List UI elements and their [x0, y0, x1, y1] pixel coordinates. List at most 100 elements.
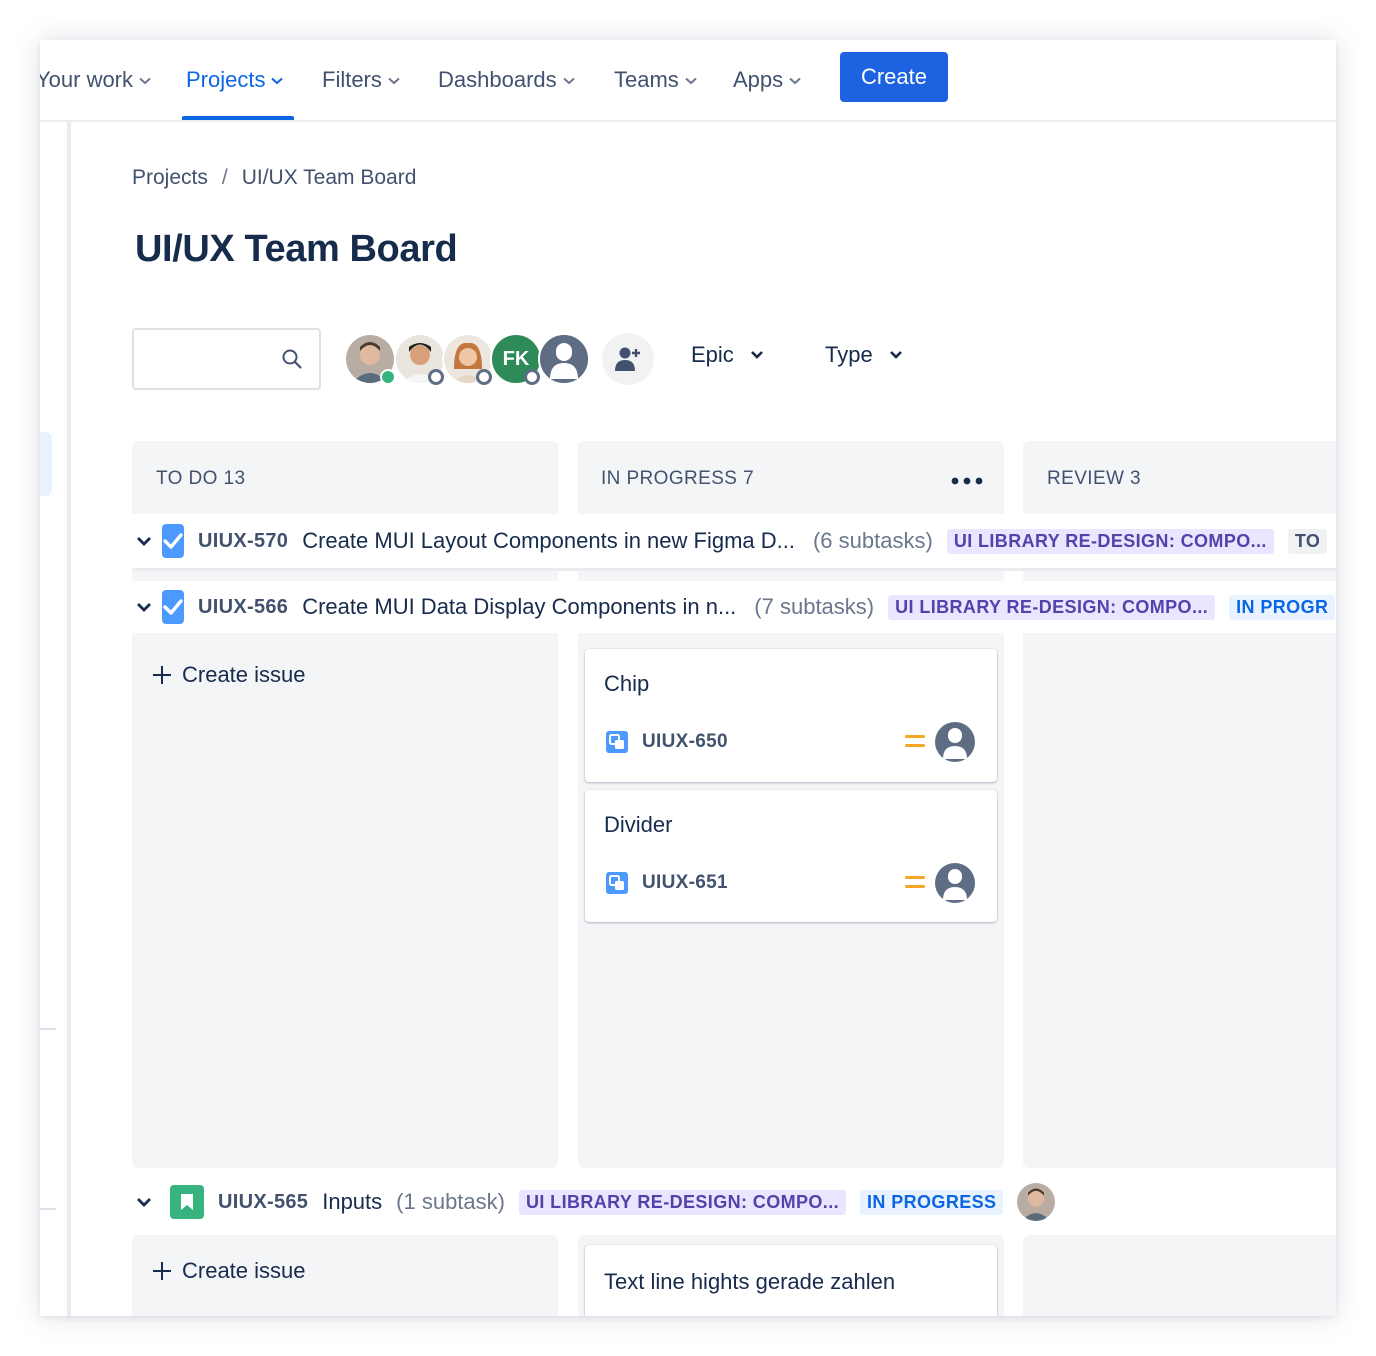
- issue-summary[interactable]: Inputs: [322, 1189, 382, 1215]
- chevron-down-icon[interactable]: [136, 602, 152, 612]
- nav-your-work-label: Your work: [40, 67, 134, 92]
- avatar-initials: FK: [502, 347, 530, 370]
- more-options-icon[interactable]: [951, 476, 983, 486]
- status-lozenge[interactable]: IN PROGRESS: [860, 1189, 1004, 1215]
- nav-dashboards[interactable]: Dashboards: [438, 62, 575, 98]
- nav-projects[interactable]: Projects: [186, 62, 284, 98]
- active-nav-indicator: [182, 116, 294, 120]
- subtask-count: (6 subtasks): [812, 528, 933, 553]
- epic-filter-label: Epic: [691, 342, 734, 367]
- chevron-down-icon: [388, 77, 400, 85]
- subtask-count: (1 subtask): [396, 1189, 505, 1214]
- online-status-dot: [380, 369, 396, 385]
- card-title: Chip: [604, 671, 650, 696]
- person-photo-icon: [1017, 1183, 1056, 1221]
- story-icon: [170, 1185, 204, 1219]
- board-search[interactable]: [132, 328, 321, 390]
- plus-icon: [153, 666, 171, 684]
- chevron-down-icon[interactable]: [136, 1197, 160, 1207]
- breadcrumb-board[interactable]: UI/UX Team Board: [242, 166, 417, 190]
- avatar-filter-unassigned[interactable]: [538, 333, 590, 385]
- app-window: Your work Projects Filters Dashboards Te…: [40, 40, 1336, 1316]
- column-name: REVIEW: [1047, 468, 1125, 489]
- sidebar-resize-handle[interactable]: [67, 122, 71, 1316]
- swimlane-row[interactable]: UIUX-570 Create MUI Layout Components in…: [132, 514, 1336, 571]
- chevron-down-icon: [750, 351, 763, 359]
- checkbox-icon: [162, 590, 184, 624]
- chevron-down-icon: [562, 77, 575, 85]
- search-icon: [282, 349, 302, 369]
- add-people-button[interactable]: [602, 333, 654, 385]
- breadcrumb-separator: /: [221, 166, 228, 189]
- away-status-dot: [428, 369, 444, 385]
- unassigned-user-icon[interactable]: [935, 722, 975, 762]
- column-header-in-progress: IN PROGRESS 7: [601, 468, 754, 490]
- chevron-down-icon[interactable]: [136, 536, 152, 546]
- column-name: TO DO: [156, 468, 218, 489]
- swimlane-row[interactable]: UIUX-565 Inputs (1 subtask) UI LIBRARY R…: [132, 1176, 1336, 1228]
- column-header-review: REVIEW 3: [1047, 468, 1141, 490]
- issue-key[interactable]: UIUX-565: [218, 1191, 308, 1214]
- sidebar-selected-item[interactable]: [40, 432, 52, 496]
- chevron-down-icon: [139, 77, 151, 85]
- priority-medium-icon: [905, 876, 925, 888]
- subtask-count: (7 subtasks): [754, 594, 875, 619]
- epic-lozenge[interactable]: UI LIBRARY RE-DESIGN: COMPO...: [946, 528, 1274, 554]
- unassigned-user-icon: [540, 335, 588, 383]
- create-issue-label: Create issue: [182, 662, 306, 687]
- issue-card[interactable]: Chip UIUX-650: [585, 649, 997, 782]
- search-input[interactable]: [144, 330, 284, 386]
- type-filter-label: Type: [825, 342, 873, 367]
- nav-dashboards-label: Dashboards: [438, 67, 557, 92]
- nav-teams[interactable]: Teams: [614, 62, 697, 98]
- column-count: 13: [223, 468, 246, 489]
- issue-key[interactable]: UIUX-570: [198, 530, 288, 553]
- chevron-down-icon: [685, 77, 697, 85]
- page-title: UI/UX Team Board: [135, 228, 458, 270]
- nav-apps-label: Apps: [733, 67, 784, 92]
- nav-filters[interactable]: Filters: [322, 62, 400, 98]
- card-issue-key[interactable]: UIUX-650: [642, 731, 728, 753]
- unassigned-user-icon[interactable]: [935, 863, 975, 903]
- breadcrumb-projects[interactable]: Projects: [132, 166, 208, 190]
- issue-summary[interactable]: Create MUI Data Display Components in n.…: [302, 594, 736, 620]
- issue-card[interactable]: Divider UIUX-651: [585, 790, 997, 922]
- breadcrumb: Projects / UI/UX Team Board: [132, 166, 416, 190]
- sidebar-divider: [40, 1028, 56, 1030]
- card-meta: UIUX-650: [606, 731, 728, 753]
- away-status-dot: [476, 369, 492, 385]
- epic-lozenge[interactable]: UI LIBRARY RE-DESIGN: COMPO...: [518, 1189, 847, 1215]
- issue-card[interactable]: Text line hights gerade zahlen: [585, 1245, 997, 1316]
- subtask-icon: [606, 872, 628, 894]
- column-count: 3: [1130, 468, 1142, 489]
- nav-filters-label: Filters: [322, 67, 382, 92]
- subtask-icon: [606, 731, 628, 753]
- chevron-down-icon: [271, 77, 284, 85]
- add-person-icon: [615, 347, 640, 371]
- create-button[interactable]: Create: [840, 52, 948, 102]
- card-issue-key[interactable]: UIUX-651: [642, 872, 728, 894]
- create-issue-label: Create issue: [182, 1258, 306, 1283]
- type-filter-dropdown[interactable]: Type: [825, 342, 903, 368]
- epic-filter-dropdown[interactable]: Epic: [691, 342, 764, 368]
- swimlane-row[interactable]: UIUX-566 Create MUI Data Display Compone…: [132, 581, 1336, 633]
- create-issue-button[interactable]: Create issue: [152, 662, 306, 688]
- create-issue-button[interactable]: Create issue: [152, 1258, 306, 1284]
- issue-summary[interactable]: Create MUI Layout Components in new Figm…: [302, 528, 795, 554]
- nav-apps[interactable]: Apps: [733, 62, 801, 98]
- column-header-todo: TO DO 13: [156, 468, 245, 490]
- card-title: Text line hights gerade zahlen: [604, 1269, 896, 1294]
- nav-your-work[interactable]: Your work: [40, 62, 151, 98]
- card-title: Divider: [604, 812, 673, 837]
- column-name: IN PROGRESS: [601, 468, 738, 489]
- epic-lozenge[interactable]: UI LIBRARY RE-DESIGN: COMPO...: [888, 594, 1216, 620]
- column-review-lane3: [1023, 1235, 1336, 1316]
- plus-icon: [153, 1262, 171, 1280]
- chevron-down-icon: [889, 351, 902, 359]
- status-lozenge[interactable]: TO: [1287, 528, 1328, 554]
- nav-teams-label: Teams: [614, 67, 679, 92]
- away-status-dot: [524, 369, 540, 385]
- status-lozenge[interactable]: IN PROGR: [1229, 594, 1336, 620]
- assignee-avatar[interactable]: [1017, 1183, 1056, 1221]
- issue-key[interactable]: UIUX-566: [198, 596, 288, 619]
